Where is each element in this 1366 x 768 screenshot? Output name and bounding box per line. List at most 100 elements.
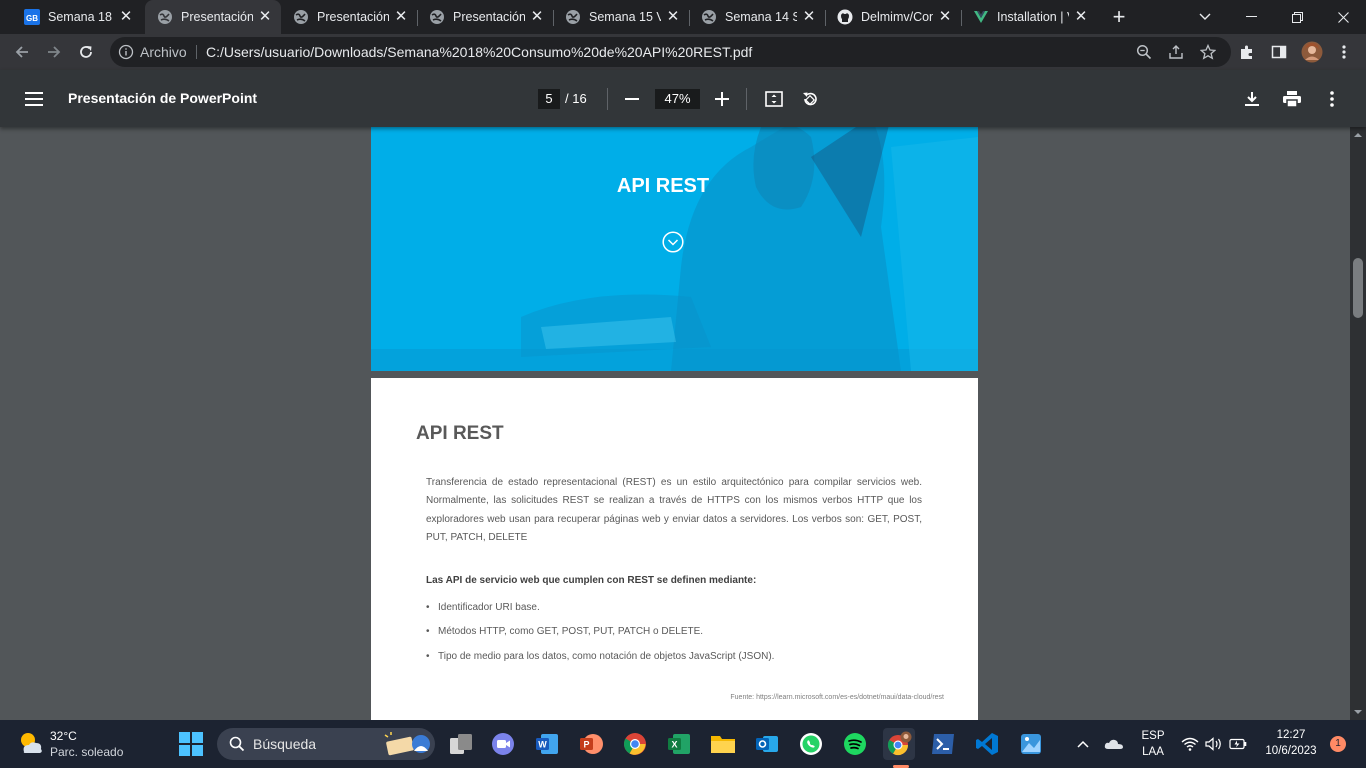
print-button[interactable]: [1277, 84, 1307, 114]
excel-icon: X: [668, 734, 690, 754]
new-tab-button[interactable]: +: [1097, 0, 1141, 34]
word-app[interactable]: W: [531, 728, 563, 760]
scroll-up-icon: [1354, 133, 1362, 137]
pdf-viewer[interactable]: API REST API REST Transferencia de estad…: [0, 127, 1366, 720]
pdf-sidebar-toggle[interactable]: [19, 84, 49, 114]
url-text[interactable]: C:/Users/usuario/Downloads/Semana%2018%2…: [206, 37, 752, 67]
whatsapp-icon: [800, 733, 822, 755]
close-window-button[interactable]: [1320, 0, 1366, 34]
spotify-app[interactable]: [839, 728, 871, 760]
notification-badge[interactable]: 1: [1330, 736, 1346, 752]
bookmark-button[interactable]: [1194, 38, 1222, 66]
battery-status[interactable]: [1228, 734, 1248, 754]
input-language-line1[interactable]: ESP: [1138, 730, 1168, 742]
zoom-level-input[interactable]: 47%: [655, 89, 700, 109]
pdf-more-button[interactable]: [1317, 84, 1347, 114]
powerpoint-icon: P: [580, 734, 603, 754]
close-tab-icon[interactable]: ✕: [257, 9, 273, 25]
close-tab-icon[interactable]: ✕: [529, 9, 545, 25]
spotify-icon: [844, 733, 866, 755]
back-arrow-icon: [15, 46, 28, 58]
photos-icon: [1021, 734, 1041, 754]
chrome-profile-app-active[interactable]: [883, 728, 915, 760]
search-placeholder: Búsqueda: [253, 736, 317, 752]
puzzle-icon: [1241, 45, 1252, 59]
extensions-button[interactable]: [1233, 38, 1261, 66]
tab-title: Presentación: [453, 10, 525, 24]
zoom-out-button[interactable]: [617, 84, 647, 114]
profile-avatar[interactable]: [1298, 38, 1326, 66]
reload-button[interactable]: [72, 38, 100, 66]
word-icon: W: [536, 734, 558, 754]
browser-toolbar: Archivo C:/Users/usuario/Downloads/Seman…: [0, 34, 1366, 70]
toolbar-divider: [607, 88, 608, 110]
close-tab-icon[interactable]: ✕: [1073, 9, 1089, 25]
fit-page-button[interactable]: [759, 84, 789, 114]
vertical-scrollbar[interactable]: [1350, 127, 1366, 720]
rotate-button[interactable]: [795, 84, 825, 114]
close-tab-icon[interactable]: ✕: [393, 9, 409, 25]
terminal-icon: [932, 734, 954, 754]
tab-semana-15[interactable]: Semana 15 Va ✕: [553, 0, 689, 34]
tab-presentacion-active[interactable]: Presentación ✕: [145, 0, 281, 34]
tab-strip: GB Semana 18 Co ✕ Presentación ✕ Present…: [0, 0, 1366, 34]
download-button[interactable]: [1237, 84, 1267, 114]
weather-widget[interactable]: [16, 728, 46, 758]
close-tab-icon[interactable]: ✕: [118, 9, 134, 25]
scrollbar-thumb[interactable]: [1353, 258, 1363, 318]
clock-time[interactable]: 12:27: [1256, 729, 1326, 741]
file-explorer-app[interactable]: [707, 728, 739, 760]
tab-semana-14[interactable]: Semana 14 Si ✕: [689, 0, 825, 34]
tab-title: Semana 14 Si: [725, 10, 797, 24]
close-tab-icon[interactable]: ✕: [801, 9, 817, 25]
powerpoint-app[interactable]: P: [575, 728, 607, 760]
tab-semana-18[interactable]: GB Semana 18 Co ✕: [12, 0, 142, 34]
whatsapp-app[interactable]: [795, 728, 827, 760]
tab-title: Delmimv/Con: [861, 10, 933, 24]
tab-title: Presentación: [317, 10, 389, 24]
star-icon: [1200, 44, 1216, 60]
outlook-app[interactable]: [751, 728, 783, 760]
paint-app[interactable]: [1015, 728, 1047, 760]
taskbar-search[interactable]: Búsqueda: [217, 728, 435, 760]
powershell-app[interactable]: [927, 728, 959, 760]
clock-date[interactable]: 10/6/2023: [1256, 745, 1326, 757]
speaker-icon: [1205, 737, 1221, 751]
tab-title: Semana 18 Co: [48, 10, 114, 24]
show-hidden-icons-button[interactable]: [1073, 734, 1093, 754]
tab-presentacion-2[interactable]: Presentación ✕: [281, 0, 417, 34]
share-button[interactable]: [1162, 38, 1190, 66]
tab-installation[interactable]: Installation | V ✕: [961, 0, 1097, 34]
minimize-button[interactable]: [1228, 0, 1274, 34]
excel-app[interactable]: X: [663, 728, 695, 760]
close-tab-icon[interactable]: ✕: [665, 9, 681, 25]
tab-search-button[interactable]: [1182, 0, 1228, 34]
back-button[interactable]: [8, 38, 36, 66]
rotate-icon: [803, 92, 817, 106]
slide-title: API REST: [616, 175, 710, 197]
kebab-menu-icon: [1330, 91, 1334, 107]
zoom-button[interactable]: [1130, 38, 1158, 66]
close-tab-icon[interactable]: ✕: [937, 9, 953, 25]
tab-github[interactable]: Delmimv/Con ✕: [825, 0, 961, 34]
wifi-status[interactable]: [1180, 734, 1200, 754]
task-view-button[interactable]: [445, 728, 477, 760]
chrome-app[interactable]: [619, 728, 651, 760]
start-button[interactable]: [175, 728, 207, 760]
search-icon: [229, 736, 245, 752]
tab-presentacion-3[interactable]: Presentación ✕: [417, 0, 553, 34]
restore-button[interactable]: [1274, 0, 1320, 34]
volume-status[interactable]: [1204, 734, 1224, 754]
onedrive-button[interactable]: [1104, 734, 1124, 754]
input-language-line2[interactable]: LAA: [1138, 746, 1168, 758]
svg-text:P: P: [583, 740, 589, 750]
site-info-chip[interactable]: Archivo: [118, 37, 187, 67]
zoom-in-button[interactable]: [707, 84, 737, 114]
side-panel-button[interactable]: [1265, 38, 1293, 66]
chrome-menu-button[interactable]: [1330, 38, 1358, 66]
address-bar[interactable]: Archivo C:/Users/usuario/Downloads/Seman…: [110, 37, 1231, 67]
teams-meet-app[interactable]: [487, 728, 519, 760]
forward-button[interactable]: [40, 38, 68, 66]
vscode-app[interactable]: [971, 728, 1003, 760]
page-number-input[interactable]: 5: [538, 89, 560, 109]
